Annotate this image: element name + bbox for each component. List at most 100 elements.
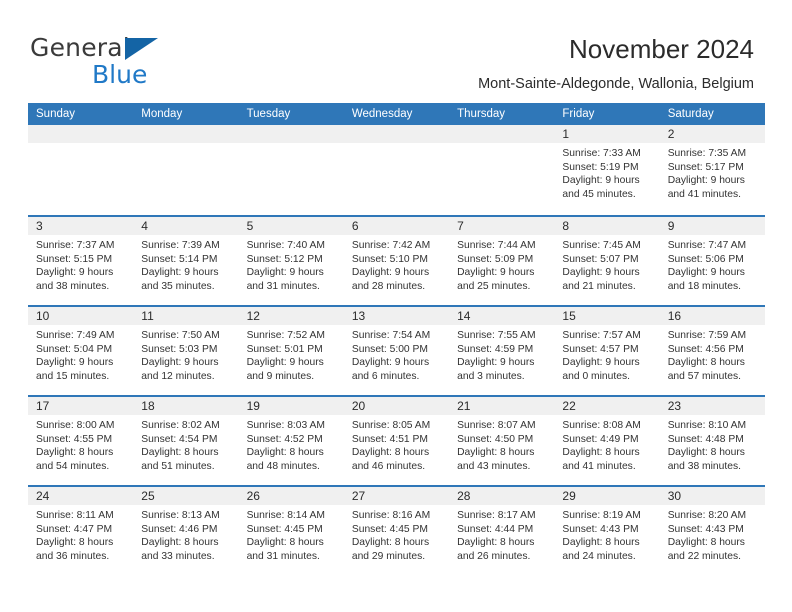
- calendar-day-cell[interactable]: 6 Sunrise: 7:42 AM Sunset: 5:10 PM Dayli…: [343, 217, 450, 305]
- calendar-day-cell[interactable]: 24 Sunrise: 8:11 AM Sunset: 4:47 PM Dayl…: [28, 487, 134, 575]
- calendar-day-cell[interactable]: 10 Sunrise: 7:49 AM Sunset: 5:04 PM Dayl…: [28, 307, 134, 395]
- calendar-day-cell[interactable]: 19 Sunrise: 8:03 AM Sunset: 4:52 PM Dayl…: [238, 397, 344, 485]
- sunset-text: Sunset: 5:00 PM: [351, 343, 428, 355]
- sunrise-text: Sunrise: 7:39 AM: [141, 240, 220, 251]
- sunrise-text: Sunrise: 8:03 AM: [246, 420, 325, 431]
- daylight-text-line1: Daylight: 8 hours: [562, 447, 640, 459]
- calendar-day-cell[interactable]: 22 Sunrise: 8:08 AM Sunset: 4:49 PM Dayl…: [554, 397, 660, 485]
- sunset-text: Sunset: 5:15 PM: [36, 253, 113, 265]
- day-number: 20: [351, 399, 366, 413]
- day-number: 27: [351, 489, 366, 503]
- calendar-day-cell[interactable]: 28 Sunrise: 8:17 AM Sunset: 4:44 PM Dayl…: [449, 487, 555, 575]
- daylight-text-line2: and 0 minutes.: [562, 370, 630, 382]
- daylight-text-line1: Daylight: 9 hours: [246, 267, 324, 279]
- weekday-saturday: Saturday: [667, 108, 714, 120]
- calendar-day-cell[interactable]: 4 Sunrise: 7:39 AM Sunset: 5:14 PM Dayli…: [133, 217, 239, 305]
- sunset-text: Sunset: 5:09 PM: [457, 253, 534, 265]
- daylight-text-line1: Daylight: 8 hours: [667, 537, 745, 549]
- calendar-day-cell[interactable]: 8 Sunrise: 7:45 AM Sunset: 5:07 PM Dayli…: [554, 217, 660, 305]
- daylight-text-line2: and 48 minutes.: [246, 460, 320, 472]
- day-number: 2: [667, 127, 675, 141]
- calendar-day-cell[interactable]: 13 Sunrise: 7:54 AM Sunset: 5:00 PM Dayl…: [343, 307, 450, 395]
- daylight-text-line2: and 29 minutes.: [351, 550, 426, 562]
- sunset-text: Sunset: 5:04 PM: [36, 343, 113, 355]
- calendar-day-cell[interactable]: 14 Sunrise: 7:55 AM Sunset: 4:59 PM Dayl…: [449, 307, 555, 395]
- day-number: 8: [562, 219, 570, 233]
- sunset-text: Sunset: 4:57 PM: [562, 343, 639, 355]
- sunset-text: Sunset: 4:50 PM: [457, 433, 534, 445]
- calendar-day-cell[interactable]: 27 Sunrise: 8:16 AM Sunset: 4:45 PM Dayl…: [343, 487, 450, 575]
- calendar-day-cell[interactable]: 2 Sunrise: 7:35 AM Sunset: 5:17 PM Dayli…: [659, 125, 765, 215]
- calendar-day-cell[interactable]: 20 Sunrise: 8:05 AM Sunset: 4:51 PM Dayl…: [343, 397, 450, 485]
- sunset-text: Sunset: 4:55 PM: [36, 433, 113, 445]
- sunset-text: Sunset: 5:19 PM: [562, 161, 639, 173]
- sunrise-text: Sunrise: 8:14 AM: [246, 510, 325, 521]
- daylight-text-line2: and 9 minutes.: [246, 370, 315, 382]
- day-number: 4: [141, 219, 148, 233]
- sunset-text: Sunset: 5:14 PM: [141, 253, 218, 265]
- calendar-week-row: 1 Sunrise: 7:33 AM Sunset: 5:19 PM Dayli…: [28, 125, 765, 215]
- calendar-day-cell[interactable]: 21 Sunrise: 8:07 AM Sunset: 4:50 PM Dayl…: [449, 397, 555, 485]
- day-number: 16: [667, 309, 682, 323]
- calendar-week-row: 24 Sunrise: 8:11 AM Sunset: 4:47 PM Dayl…: [28, 485, 765, 575]
- calendar-day-cell[interactable]: 30 Sunrise: 8:20 AM Sunset: 4:43 PM Dayl…: [659, 487, 765, 575]
- sunset-text: Sunset: 4:43 PM: [667, 523, 744, 535]
- day-number: 7: [457, 219, 464, 233]
- day-number: 15: [562, 309, 576, 323]
- sunset-text: Sunset: 4:51 PM: [351, 433, 428, 445]
- sunset-text: Sunset: 5:03 PM: [141, 343, 218, 355]
- calendar-day-cell[interactable]: 15 Sunrise: 7:57 AM Sunset: 4:57 PM Dayl…: [554, 307, 660, 395]
- calendar-day-cell[interactable]: 26 Sunrise: 8:14 AM Sunset: 4:45 PM Dayl…: [238, 487, 344, 575]
- calendar-day-cell[interactable]: 23 Sunrise: 8:10 AM Sunset: 4:48 PM Dayl…: [659, 397, 765, 485]
- sunrise-text: Sunrise: 7:54 AM: [351, 330, 431, 341]
- sunset-text: Sunset: 4:45 PM: [351, 523, 428, 535]
- sunrise-text: Sunrise: 7:45 AM: [562, 240, 641, 251]
- calendar-day-cell[interactable]: 12 Sunrise: 7:52 AM Sunset: 5:01 PM Dayl…: [238, 307, 344, 395]
- calendar-day-cell[interactable]: 25 Sunrise: 8:13 AM Sunset: 4:46 PM Dayl…: [133, 487, 239, 575]
- calendar-week-row: 17 Sunrise: 8:00 AM Sunset: 4:55 PM Dayl…: [28, 395, 765, 485]
- sunset-text: Sunset: 4:45 PM: [246, 523, 323, 535]
- daylight-text-line2: and 43 minutes.: [457, 460, 531, 472]
- calendar-day-cell[interactable]: 7 Sunrise: 7:44 AM Sunset: 5:09 PM Dayli…: [449, 217, 555, 305]
- daylight-text-line2: and 31 minutes.: [246, 280, 320, 292]
- calendar-day-cell[interactable]: 17 Sunrise: 8:00 AM Sunset: 4:55 PM Dayl…: [28, 397, 134, 485]
- daylight-text-line2: and 18 minutes.: [667, 280, 741, 292]
- calendar-day-cell: [238, 125, 344, 215]
- sunrise-text: Sunrise: 8:00 AM: [36, 420, 115, 431]
- daylight-text-line2: and 54 minutes.: [36, 460, 110, 472]
- daylight-text-line2: and 15 minutes.: [36, 370, 110, 382]
- day-number: 10: [36, 309, 50, 323]
- calendar-day-cell: [28, 125, 134, 215]
- day-number: 13: [351, 309, 366, 323]
- daylight-text-line1: Daylight: 8 hours: [36, 447, 114, 459]
- brand-name-bottom: Blue: [92, 60, 148, 89]
- sunset-text: Sunset: 5:07 PM: [562, 253, 639, 265]
- brand-logo[interactable]: General Blue: [30, 34, 260, 94]
- daylight-text-line1: Daylight: 9 hours: [667, 267, 745, 279]
- sunrise-text: Sunrise: 8:05 AM: [351, 420, 431, 431]
- sunrise-text: Sunrise: 7:49 AM: [36, 330, 115, 341]
- calendar-day-cell[interactable]: 3 Sunrise: 7:37 AM Sunset: 5:15 PM Dayli…: [28, 217, 134, 305]
- sunrise-text: Sunrise: 7:47 AM: [667, 240, 747, 251]
- sunset-text: Sunset: 4:52 PM: [246, 433, 323, 445]
- daylight-text-line1: Daylight: 8 hours: [141, 537, 219, 549]
- sunrise-text: Sunrise: 8:16 AM: [351, 510, 431, 521]
- calendar-day-cell[interactable]: 18 Sunrise: 8:02 AM Sunset: 4:54 PM Dayl…: [133, 397, 239, 485]
- sunset-text: Sunset: 4:59 PM: [457, 343, 534, 355]
- calendar-day-cell[interactable]: 11 Sunrise: 7:50 AM Sunset: 5:03 PM Dayl…: [133, 307, 239, 395]
- sunset-text: Sunset: 4:49 PM: [562, 433, 639, 445]
- calendar-day-cell[interactable]: 5 Sunrise: 7:40 AM Sunset: 5:12 PM Dayli…: [238, 217, 344, 305]
- calendar-day-cell[interactable]: 29 Sunrise: 8:19 AM Sunset: 4:43 PM Dayl…: [554, 487, 660, 575]
- daylight-text-line1: Daylight: 8 hours: [667, 357, 745, 369]
- daylight-text-line2: and 33 minutes.: [141, 550, 215, 562]
- day-number: 14: [457, 309, 471, 323]
- day-number: 23: [667, 399, 682, 413]
- calendar-day-cell: [343, 125, 450, 215]
- sunset-text: Sunset: 4:47 PM: [36, 523, 113, 535]
- daylight-text-line2: and 26 minutes.: [457, 550, 531, 562]
- calendar-day-cell[interactable]: 16 Sunrise: 7:59 AM Sunset: 4:56 PM Dayl…: [659, 307, 765, 395]
- calendar-day-cell[interactable]: 9 Sunrise: 7:47 AM Sunset: 5:06 PM Dayli…: [659, 217, 765, 305]
- weekday-wednesday: Wednesday: [351, 108, 413, 120]
- sunrise-text: Sunrise: 7:42 AM: [351, 240, 431, 251]
- calendar-day-cell[interactable]: 1 Sunrise: 7:33 AM Sunset: 5:19 PM Dayli…: [554, 125, 660, 215]
